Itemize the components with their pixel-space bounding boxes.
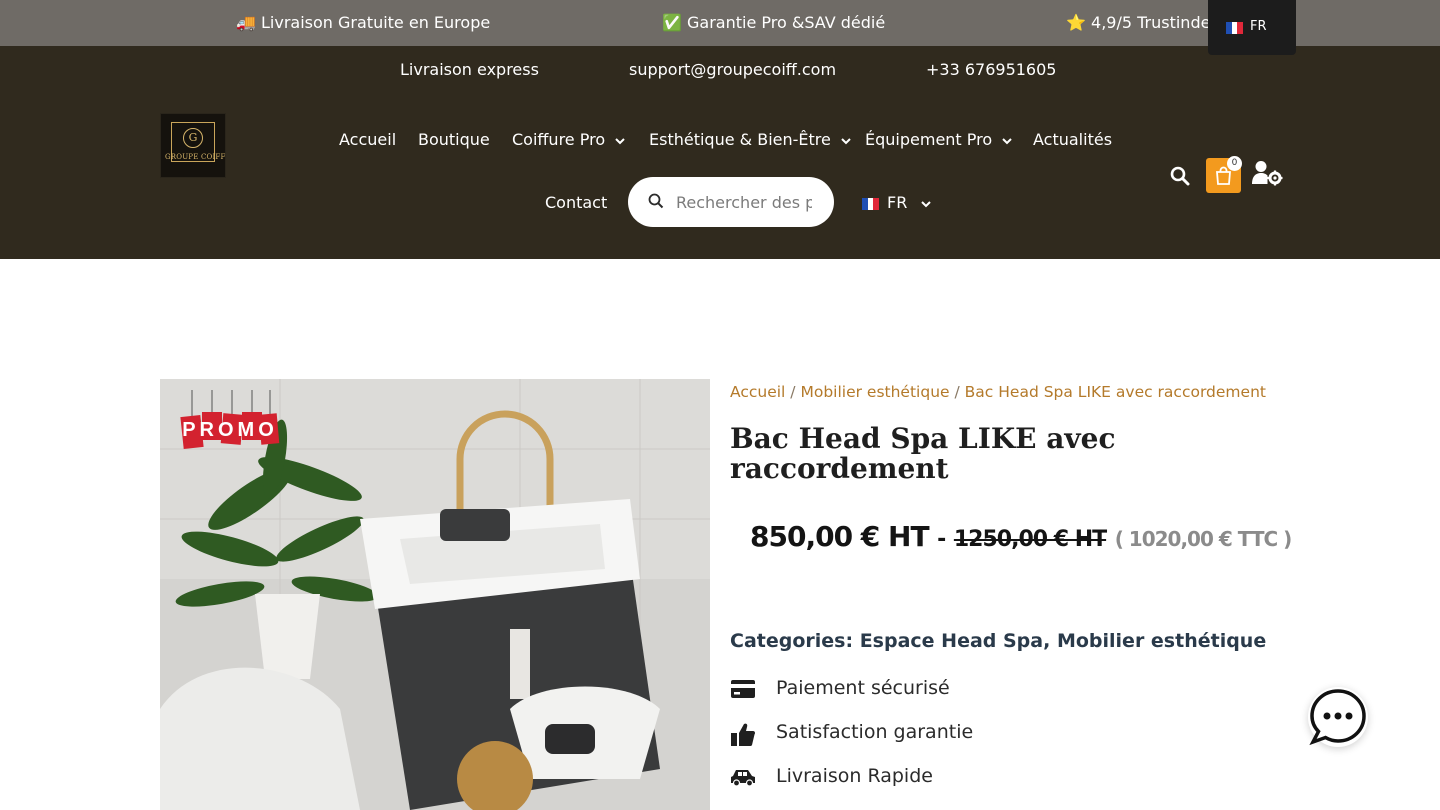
chat-bubble-icon: [1309, 689, 1366, 746]
logo-wordmark: GROUPE COIFF: [165, 153, 226, 161]
nav-equipment-label: Équipement Pro: [865, 130, 993, 149]
nav-contact-label: Contact: [545, 193, 608, 212]
france-flag-icon: [1226, 22, 1243, 38]
breadcrumb-home[interactable]: Accueil: [730, 383, 785, 401]
category-separator: ,: [1043, 630, 1051, 652]
breadcrumb-separator: /: [954, 383, 960, 401]
express-delivery-link[interactable]: Livraison express: [400, 60, 539, 79]
breadcrumb-current: Bac Head Spa LIKE avec raccordement: [964, 383, 1266, 401]
categories-label: Categories:: [730, 630, 854, 652]
nav-hair-pro-label: Coiffure Pro: [512, 130, 606, 149]
search-icon: [648, 193, 664, 213]
nav-equipment[interactable]: Équipement Pro: [865, 130, 1012, 149]
nav-home[interactable]: Accueil: [339, 130, 396, 149]
nav-hair-pro[interactable]: Coiffure Pro: [512, 130, 625, 149]
cart-count-badge: 0: [1227, 156, 1242, 171]
category-link-mobilier[interactable]: Mobilier esthétique: [1057, 630, 1266, 652]
floating-language-switcher[interactable]: FR: [1208, 0, 1296, 55]
user-settings-icon[interactable]: [1251, 160, 1283, 190]
phone-link[interactable]: +33 676951605: [926, 60, 1056, 79]
thumbs-up-icon: [730, 722, 756, 753]
announcement-warranty: ✅ Garantie Pro &SAV dédié: [662, 13, 886, 32]
product-title: Bac Head Spa LIKE avec raccordement: [730, 422, 1116, 485]
category-link-head-spa[interactable]: Espace Head Spa: [860, 630, 1043, 652]
product-categories: Categories: Espace Head Spa, Mobilier es…: [730, 630, 1266, 652]
site-logo[interactable]: G GROUPE COIFF: [160, 113, 226, 178]
breadcrumb-separator: /: [790, 383, 796, 401]
site-header: Livraison express support@groupecoiff.co…: [0, 46, 1440, 259]
chevron-down-icon: [1002, 135, 1012, 148]
support-email-link[interactable]: support@groupecoiff.com: [629, 60, 836, 79]
feature-label: Satisfaction garantie: [776, 721, 974, 743]
promo-label: PROMO: [182, 419, 278, 441]
header-search-icon[interactable]: [1170, 166, 1190, 190]
logo-monogram: G: [183, 128, 203, 148]
chevron-down-icon: [615, 135, 625, 148]
credit-card-icon: [730, 678, 756, 705]
nav-shop-label: Boutique: [418, 130, 490, 149]
nav-news[interactable]: Actualités: [1033, 130, 1112, 149]
announcement-trustindex: ⭐ 4,9/5 Trustindex: [1066, 13, 1220, 32]
product-search-box: [628, 177, 834, 227]
nav-language-code: FR: [887, 193, 908, 212]
current-price: 850,00 € HT: [750, 520, 930, 553]
feature-label: Livraison Rapide: [776, 765, 933, 787]
truck-icon: [730, 766, 756, 793]
promo-sign-icon: PROMO: [180, 390, 280, 449]
product-price: 850,00 € HT - 1250,00 € HT ( 1020,00 € T…: [750, 520, 1293, 553]
search-input[interactable]: [676, 189, 812, 215]
price-including-tax: ( 1020,00 € TTC ): [1114, 527, 1293, 551]
chat-widget-button[interactable]: [1308, 687, 1368, 747]
chevron-down-icon: [841, 135, 851, 148]
breadcrumb: Accueil / Mobilier esthétique / Bac Head…: [730, 383, 1266, 401]
nav-home-label: Accueil: [339, 130, 397, 149]
price-separator: -: [937, 527, 946, 552]
promo-badge: PROMO: [180, 386, 280, 456]
breadcrumb-category[interactable]: Mobilier esthétique: [800, 383, 949, 401]
nav-language-selector[interactable]: FR: [862, 193, 931, 214]
nav-aesthetic-label: Esthétique & Bien-Être: [649, 130, 831, 149]
original-price: 1250,00 € HT: [953, 527, 1107, 552]
feature-label: Paiement sécurisé: [776, 677, 950, 699]
chevron-down-icon: [917, 198, 931, 211]
nav-shop[interactable]: Boutique: [418, 130, 490, 149]
nav-aesthetic[interactable]: Esthétique & Bien-Être: [649, 130, 851, 149]
language-code: FR: [1250, 19, 1267, 34]
nav-news-label: Actualités: [1033, 130, 1113, 149]
nav-contact[interactable]: Contact: [545, 193, 607, 212]
announcement-free-shipping: 🚚 Livraison Gratuite en Europe: [236, 13, 491, 32]
france-flag-icon: [862, 195, 879, 214]
